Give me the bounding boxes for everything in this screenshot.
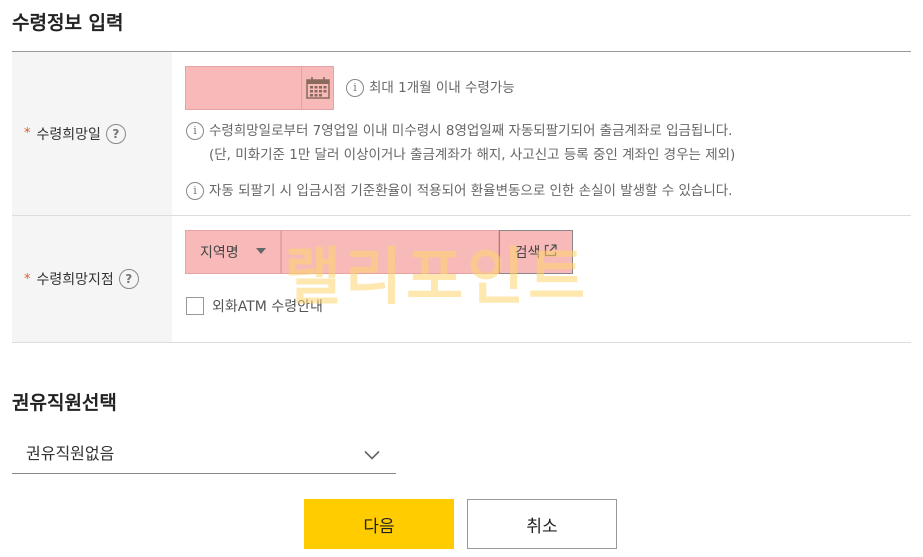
note-receipt-limit: i 최대 1개월 이내 수령가능: [346, 76, 515, 100]
row-body-receipt-date: i 최대 1개월 이내 수령가능 i 수령희망일로부터 7영업일 이내 미수령시…: [172, 52, 911, 215]
branch-name-input[interactable]: [281, 230, 499, 274]
row-body-receipt-branch: 지역명 검색 외화ATM 수령안내: [172, 216, 911, 342]
row-receipt-date: * 수령희망일 ? i 최대 1개월 이내 수령가능 i 수령희망일로부터 7영…: [12, 52, 911, 216]
note-business-line2: (단, 미화기준 1만 달러 이상이거나 출금계좌가 해지, 사고신고 등록 중…: [209, 147, 736, 163]
note-exchange-rate: i 자동 되팔기 시 입금시점 기준환율이 적용되어 환율변동으로 인한 손실이…: [186, 179, 732, 203]
region-select-value: 지역명: [200, 245, 239, 261]
note-business-line1: 수령희망일로부터 7영업일 이내 미수령시 8영업일째 자동되팔기되어 출금계좌…: [209, 123, 733, 139]
branch-search-button[interactable]: 검색: [499, 230, 573, 274]
external-link-icon: [544, 243, 558, 261]
staff-select[interactable]: 권유직원없음: [12, 430, 396, 474]
info-circle-icon: i: [186, 122, 204, 140]
question-circle-icon[interactable]: ?: [105, 123, 126, 144]
receipt-branch-label: 수령희망지점: [36, 272, 114, 288]
note-exchange-text: 자동 되팔기 시 입금시점 기준환율이 적용되어 환율변동으로 인한 손실이 발…: [209, 183, 733, 199]
search-button-label: 검색: [514, 245, 541, 261]
staff-select-value: 권유직원없음: [26, 443, 115, 463]
row-receipt-branch: * 수령희망지점 ? 지역명 검색 외화ATM 수령안내: [12, 216, 911, 343]
caret-down-icon: [256, 248, 266, 254]
receipt-date-label: 수령희망일: [36, 126, 101, 143]
required-mark: *: [24, 271, 31, 287]
atm-guide-label[interactable]: 외화ATM 수령안내: [212, 296, 323, 316]
receipt-date-input[interactable]: [185, 66, 302, 110]
row-head-receipt-date: * 수령희망일 ?: [12, 52, 172, 215]
note-business-text: 수령희망일로부터 7영업일 이내 미수령시 8영업일째 자동되팔기되어 출금계좌…: [209, 119, 735, 167]
section-title-staff: 권유직원선택: [12, 392, 117, 414]
required-mark: *: [24, 126, 31, 141]
info-circle-icon: i: [186, 182, 204, 200]
section-title-receipt-info: 수령정보 입력: [12, 12, 124, 34]
note-business-days: i 수령희망일로부터 7영업일 이내 미수령시 8영업일째 자동되팔기되어 출금…: [186, 119, 735, 167]
row-head-receipt-branch: * 수령희망지점 ?: [12, 216, 172, 342]
region-select[interactable]: 지역명: [185, 230, 281, 274]
atm-guide-checkbox[interactable]: 외화ATM 수령안내: [186, 296, 323, 316]
cancel-button[interactable]: 취소: [467, 499, 617, 549]
note-limit-text: 최대 1개월 이내 수령가능: [369, 80, 515, 96]
chevron-down-icon: [364, 445, 380, 464]
info-circle-icon: i: [346, 79, 364, 97]
question-circle-icon[interactable]: ?: [118, 269, 139, 289]
checkbox-box[interactable]: [186, 297, 204, 315]
calendar-icon[interactable]: [302, 66, 334, 110]
receipt-form-table: * 수령희망일 ? i 최대 1개월 이내 수령가능 i 수령희망일로부터 7영…: [12, 51, 911, 343]
next-button[interactable]: 다음: [304, 499, 454, 549]
